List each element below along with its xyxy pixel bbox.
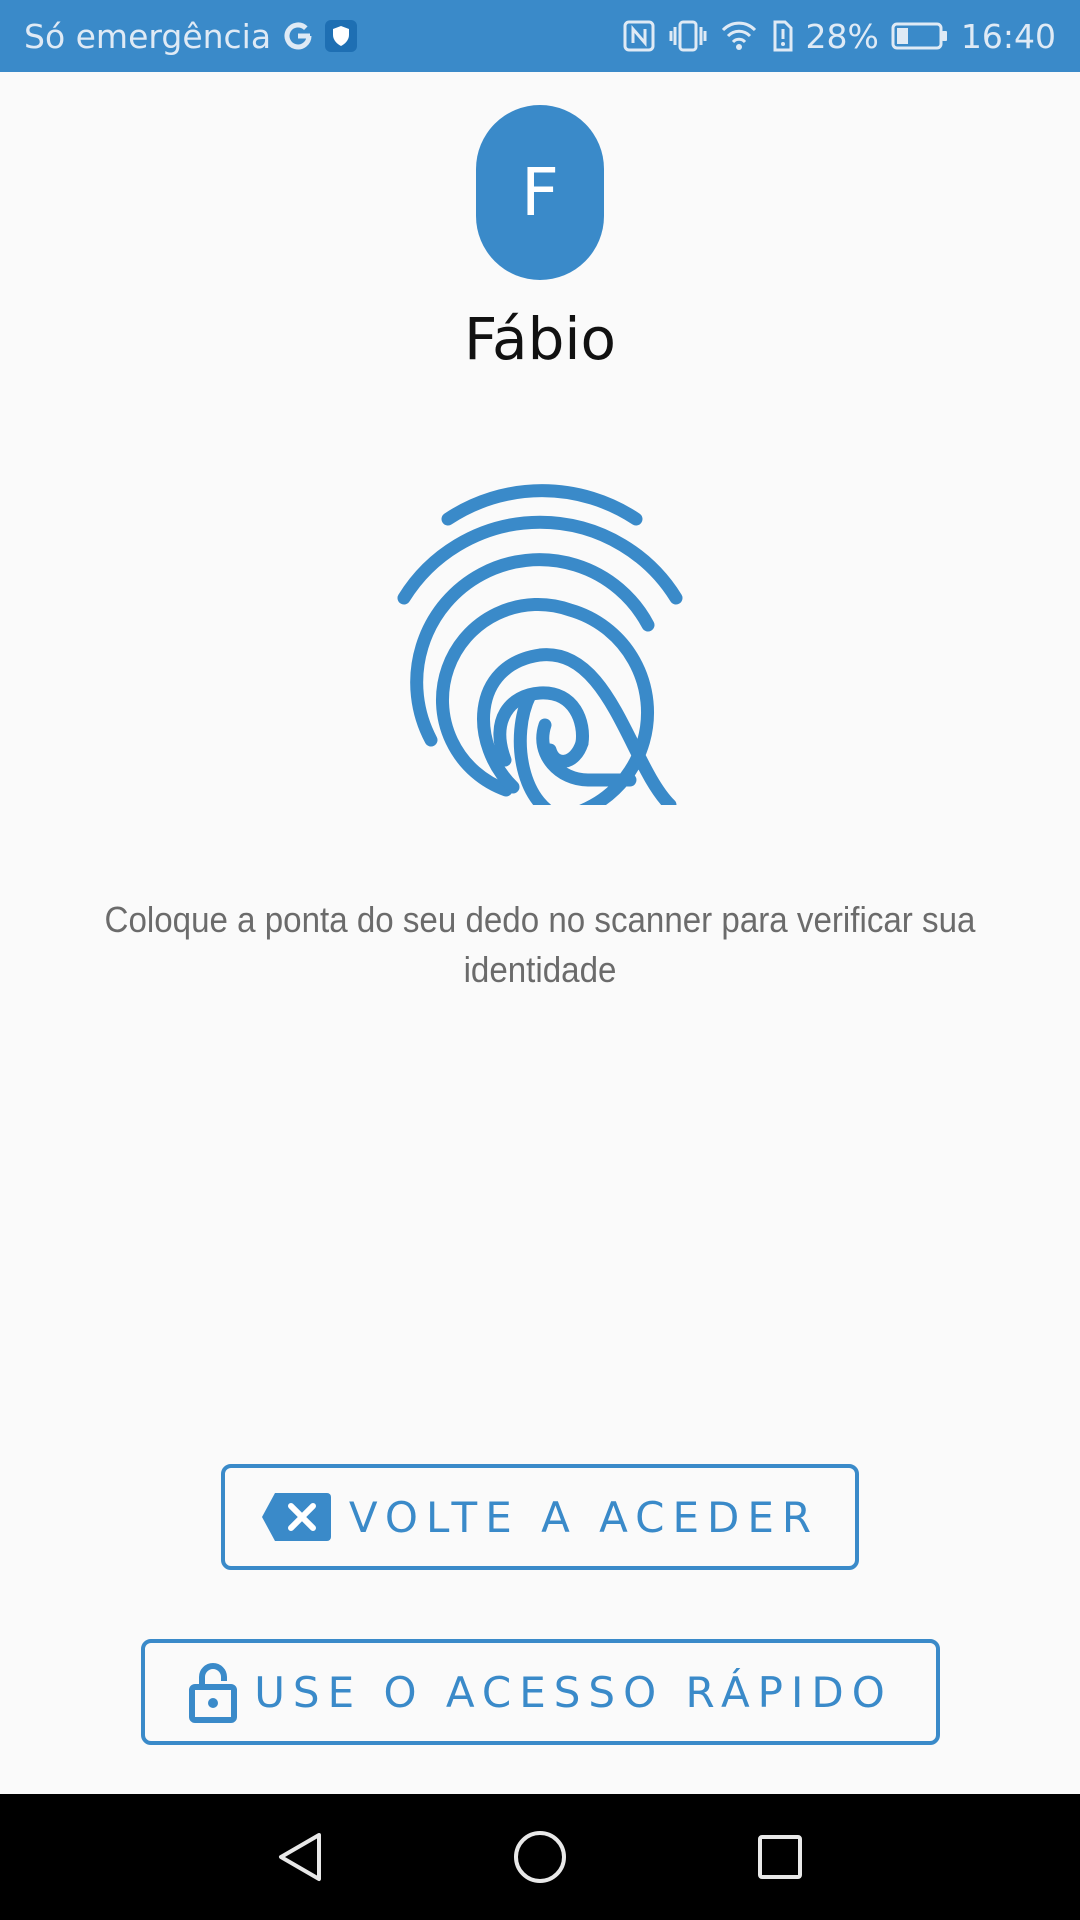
nfc-icon <box>622 19 656 53</box>
shield-icon <box>325 20 358 52</box>
battery-alert-icon <box>770 19 794 53</box>
avatar-initial: F <box>521 154 559 231</box>
vibrate-icon <box>668 19 708 53</box>
fingerprint-login-screen: Só emergência 28% 16:40 F Fábio Coloque … <box>0 0 1080 1920</box>
fingerprint-icon[interactable] <box>390 475 690 827</box>
avatar: F <box>476 105 604 280</box>
acesso-rapido-label: USE O ACESSO RÁPIDO <box>254 1667 893 1717</box>
status-time: 16:40 <box>960 16 1056 56</box>
wifi-icon <box>720 20 758 52</box>
instruction-text: Coloque a ponta do seu dedo no scanner p… <box>104 899 976 990</box>
battery-percent: 28% <box>805 16 879 56</box>
back-triangle-icon[interactable] <box>267 1824 333 1890</box>
navigation-bar <box>0 1794 1080 1920</box>
unlock-icon <box>188 1661 238 1723</box>
volte-a-aceder-button[interactable]: VOLTE A ACEDER <box>221 1464 859 1570</box>
status-right: 28% 16:40 <box>622 17 1056 56</box>
status-left: Só emergência <box>24 16 358 56</box>
battery-icon <box>891 21 949 51</box>
carrier-text: Só emergência <box>24 16 272 56</box>
volte-a-aceder-label: VOLTE A ACEDER <box>348 1492 820 1542</box>
user-name: Fábio <box>464 305 616 373</box>
acesso-rapido-button[interactable]: USE O ACESSO RÁPIDO <box>141 1639 940 1745</box>
status-bar: Só emergência 28% 16:40 <box>0 0 1080 72</box>
home-circle-icon[interactable] <box>507 1824 573 1890</box>
recents-square-icon[interactable] <box>747 1824 813 1890</box>
backspace-x-icon <box>261 1491 333 1543</box>
google-g-icon <box>283 21 313 51</box>
